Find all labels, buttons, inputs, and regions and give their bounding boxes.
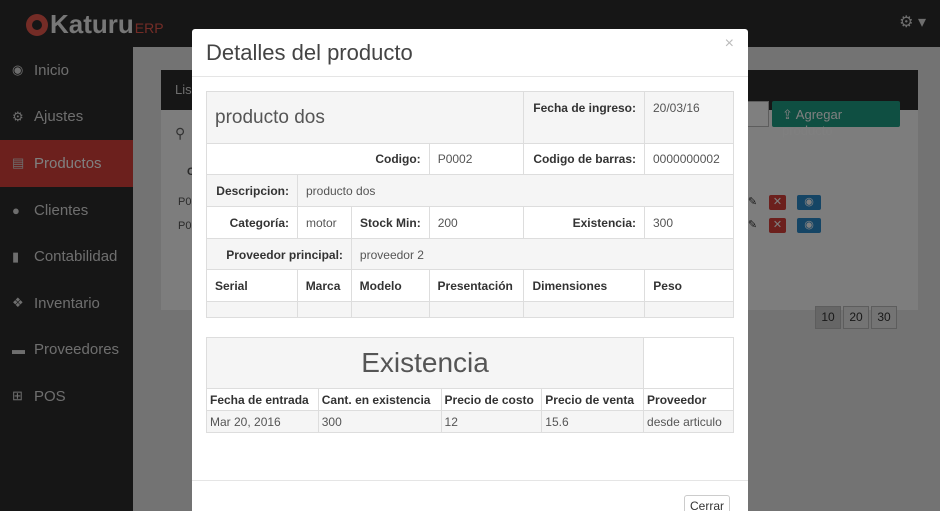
product-name: producto dos [205, 91, 525, 144]
categoria-label: Categoría: [206, 206, 298, 239]
codigo-label: Codigo: [206, 143, 430, 175]
stock-cell-proveedor: desde articulo [643, 410, 734, 433]
stock-table: Existencia Fecha de entrada Cant. en exi… [205, 337, 734, 433]
existencia-label: Existencia: [523, 206, 645, 239]
fecha-ingreso-label: Fecha de ingreso: [523, 91, 645, 144]
modal-footer: Cerrar [192, 480, 748, 511]
stock-cell-fecha: Mar 20, 2016 [206, 410, 319, 433]
specs-header-modelo: Modelo [350, 269, 430, 302]
specs-header-peso: Peso [644, 269, 734, 302]
stock-cell-cantidad: 300 [317, 410, 442, 433]
specs-header-marca: Marca [296, 269, 352, 302]
close-icon[interactable]: × [725, 35, 734, 53]
stock-min-value: 200 [428, 206, 525, 239]
specs-cell [523, 301, 646, 318]
product-details-table: producto dos Fecha de ingreso: 20/03/16 … [205, 91, 735, 271]
modal-title: Detalles del producto [206, 40, 413, 65]
product-specs-table: Serial Marca Modelo Presentación Dimensi… [206, 269, 734, 318]
stock-header-fecha: Fecha de entrada [206, 388, 319, 411]
categoria-value: motor [296, 206, 352, 239]
specs-header-presentacion: Presentación [428, 269, 525, 302]
fecha-ingreso-value: 20/03/16 [644, 91, 734, 144]
stock-min-label: Stock Min: [350, 206, 430, 239]
descripcion-value: producto dos [296, 174, 735, 207]
product-details-modal: Detalles del producto × producto dos Fec… [192, 29, 748, 511]
stock-cell-venta: 15.6 [541, 410, 645, 433]
codigo-barras-value: 0000000002 [644, 143, 734, 175]
stock-header-proveedor: Proveedor [643, 388, 734, 411]
proveedor-principal-value: proveedor 2 [350, 238, 735, 271]
codigo-value: P0002 [428, 143, 525, 175]
specs-header-dimensiones: Dimensiones [523, 269, 646, 302]
modal-header: Detalles del producto × [192, 29, 748, 77]
stock-cell-costo: 12 [440, 410, 543, 433]
existencia-value: 300 [644, 206, 734, 239]
specs-cell [428, 301, 525, 318]
existencia-title-spacer [643, 337, 734, 389]
proveedor-principal-label: Proveedor principal: [206, 238, 352, 271]
stock-header-cantidad: Cant. en existencia [317, 388, 442, 411]
specs-cell [350, 301, 430, 318]
specs-cell [296, 301, 352, 318]
stock-header-costo: Precio de costo [440, 388, 543, 411]
table-row: Mar 20, 2016 300 12 15.6 desde articulo [206, 410, 734, 433]
specs-cell [206, 301, 298, 318]
close-button[interactable]: Cerrar [684, 495, 730, 511]
existencia-title: Existencia [205, 337, 645, 389]
stock-header-venta: Precio de venta [541, 388, 645, 411]
descripcion-label: Descripcion: [206, 174, 298, 207]
specs-cell [644, 301, 734, 318]
codigo-barras-label: Codigo de barras: [523, 143, 645, 175]
specs-header-serial: Serial [206, 269, 298, 302]
